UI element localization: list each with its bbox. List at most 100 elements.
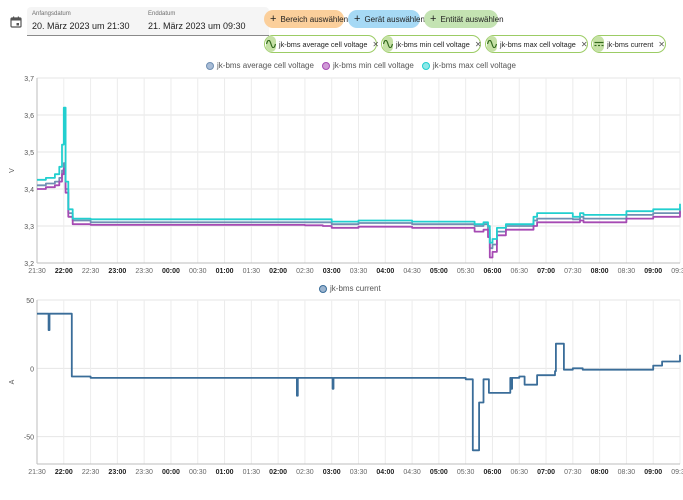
legend-item-average[interactable]: jk-bms average cell voltage [206,61,314,70]
x-tick-label: 07:00 [537,268,555,275]
close-icon[interactable]: ✕ [372,40,379,49]
x-tick-label: 03:30 [350,469,368,476]
x-tick-label: 02:00 [269,268,287,275]
x-tick-label: 06:30 [510,268,528,275]
x-tick-label: 23:30 [135,268,153,275]
x-tick-label: 22:30 [82,469,100,476]
legend-swatch [206,61,214,70]
plus-icon: + [430,12,437,25]
x-tick-label: 01:00 [216,268,234,275]
x-tick-label: 22:00 [55,469,73,476]
legend-item-min[interactable]: jk-bms min cell voltage [321,61,414,70]
x-tick-label: 09:30 [671,268,683,275]
x-tick-label: 07:30 [564,268,582,275]
choose-device-label: Gerät auswählen [364,14,425,24]
y-tick-label: 3,6 [24,113,34,120]
entity-chip-max-voltage[interactable]: jk-bms max cell voltage ✕ [485,35,588,53]
entity-chip-name: jk-bms current [607,39,654,49]
start-date-field[interactable]: Anfangsdatum 20. März 2023 um 21:30 [27,7,153,36]
x-tick-label: 23:30 [135,469,153,476]
x-tick-label: 08:30 [618,469,636,476]
choose-device-button[interactable]: + Gerät auswählen [348,10,425,28]
x-tick-label: 05:00 [430,268,448,275]
close-icon[interactable]: ✕ [581,40,588,49]
x-tick-label: 08:30 [618,268,636,275]
x-tick-label: 01:30 [243,268,261,275]
x-tick-label: 03:00 [323,268,341,275]
x-tick-label: 04:30 [403,268,421,275]
y-tick-label: -50 [24,435,34,442]
end-date-field[interactable]: Enddatum 21. März 2023 um 09:30 [143,7,269,36]
y-tick-label: 50 [26,298,34,305]
y-tick-label: 3,5 [24,150,34,157]
choose-entity-button[interactable]: + Entität auswählen [424,10,504,28]
end-date-value: 21. März 2023 um 09:30 [148,21,246,31]
voltage-chart: 3,7 3,6 3,5 3,4 3,3 3,221:30 22:00 22:30 23:00 23… [9,76,683,275]
y-tick-label: 3,3 [24,224,34,231]
x-tick-label: 22:30 [82,268,100,275]
entity-chip-average-voltage[interactable]: jk-bms average cell voltage ✕ [264,35,379,53]
x-tick-label: 00:00 [162,469,180,476]
choose-area-label: Bereich auswählen [280,14,349,24]
x-tick-label: 01:30 [243,469,261,476]
close-icon[interactable]: ✕ [475,40,482,49]
x-tick-label: 05:00 [430,469,448,476]
entity-chip-name: jk-bms max cell voltage [500,39,576,49]
x-tick-label: 23:00 [108,469,126,476]
x-tick-label: 06:00 [484,469,502,476]
y-tick-label: 3,4 [24,187,34,194]
legend-label: jk-bms min cell voltage [332,61,414,70]
x-tick-label: 00:00 [162,268,180,275]
x-tick-label: 09:00 [644,268,662,275]
entity-chip-name: jk-bms min cell voltage [396,39,470,49]
x-tick-label: 02:00 [269,469,287,476]
x-tick-label: 06:00 [484,268,502,275]
x-tick-label: 00:30 [189,469,207,476]
x-tick-label: 00:30 [189,268,207,275]
choose-entity-label: Entität auswählen [440,14,504,24]
x-tick-label: 05:30 [457,268,475,275]
y-tick-label: 0 [30,366,34,373]
x-tick-label: 21:30 [28,469,46,476]
y-axis-label: A [9,379,16,384]
x-tick-label: 05:30 [457,469,475,476]
entity-chip-current[interactable]: jk-bms current ✕ [591,35,666,53]
x-tick-label: 07:30 [564,469,582,476]
voltage-chart-legend: jk-bms average cell voltage jk-bms min c… [206,61,516,70]
x-tick-label: 06:30 [510,469,528,476]
x-tick-label: 07:00 [537,469,555,476]
current-dc-icon [593,36,605,52]
x-tick-label: 03:00 [323,469,341,476]
legend-swatch [321,61,330,70]
x-tick-label: 09:30 [671,469,683,476]
x-tick-label: 03:30 [350,268,368,275]
legend-label: jk-bms average cell voltage [217,61,314,70]
start-date-value: 20. März 2023 um 21:30 [32,21,130,31]
calendar-icon [10,16,22,28]
y-tick-label: 3,7 [24,76,34,83]
close-icon[interactable]: ✕ [658,40,665,49]
x-tick-label: 09:00 [644,469,662,476]
legend-item-max[interactable]: jk-bms max cell voltage [421,61,516,70]
x-tick-label: 23:00 [108,268,126,275]
end-date-label: Enddatum [148,11,176,17]
legend-label: jk-bms max cell voltage [432,61,516,70]
legend-swatch [421,61,430,70]
entity-chip-min-voltage[interactable]: jk-bms min cell voltage ✕ [381,35,482,53]
x-tick-label: 04:30 [403,469,421,476]
plus-icon: + [270,12,277,25]
x-tick-label: 08:00 [591,469,609,476]
y-tick-label: 3,2 [24,261,34,268]
start-date-label: Anfangsdatum [32,11,71,17]
y-axis-label: V [9,168,16,173]
x-tick-label: 08:00 [591,268,609,275]
x-tick-label: 04:00 [376,469,394,476]
x-tick-label: 02:30 [296,268,314,275]
x-tick-label: 04:00 [376,268,394,275]
x-tick-label: 01:00 [216,469,234,476]
entity-chip-name: jk-bms average cell voltage [279,39,368,49]
x-tick-label: 22:00 [55,268,73,275]
current-chart: 50 0 -50 21:30 22:00 22:30 23:00 23:30 00:00 00:3… [9,298,683,476]
x-tick-label: 21:30 [28,268,46,275]
choose-area-button[interactable]: + Bereich auswählen [264,10,348,28]
